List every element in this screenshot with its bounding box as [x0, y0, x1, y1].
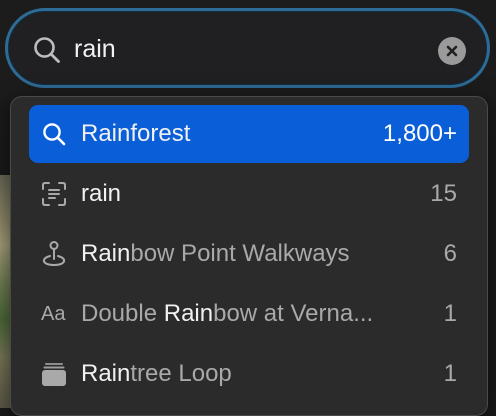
suggestion-label: Rainbow Point Walkways — [81, 240, 350, 267]
text-format-icon: Aa — [41, 302, 66, 325]
suggestion-label: rain — [81, 180, 122, 207]
search-icon — [29, 105, 81, 163]
suggestion-count: 1,800+ — [382, 120, 457, 147]
search-icon — [34, 37, 60, 63]
search-field[interactable] — [5, 8, 490, 88]
suggestion-raintree-loop[interactable]: Raintree Loop 1 — [29, 345, 469, 403]
suggestion-count: 1 — [443, 360, 457, 387]
suggestions-dropdown: Rainforest 1,800+ rain 15 Rainbow Point … — [10, 96, 488, 416]
map-pin-icon — [29, 225, 81, 283]
photo-stack-icon — [29, 345, 81, 403]
suggestion-rain-text[interactable]: rain 15 — [29, 165, 469, 223]
search-input[interactable] — [74, 29, 404, 69]
suggestion-label: Raintree Loop — [81, 360, 232, 387]
close-icon — [446, 45, 458, 57]
clear-search-button[interactable] — [438, 37, 466, 65]
suggestion-double-rainbow[interactable]: Aa Double Rainbow at Verna... 1 — [29, 285, 469, 343]
suggestion-rainforest[interactable]: Rainforest 1,800+ — [29, 105, 469, 163]
suggestion-count: 1 — [443, 300, 457, 327]
suggestion-count: 15 — [430, 180, 457, 207]
text-scan-icon — [29, 165, 81, 223]
suggestion-rainbow-point-walkways[interactable]: Rainbow Point Walkways 6 — [29, 225, 469, 283]
suggestion-label: Rainforest — [81, 120, 191, 147]
suggestion-label: Double Rainbow at Verna... — [81, 300, 374, 327]
suggestion-count: 6 — [443, 240, 457, 267]
